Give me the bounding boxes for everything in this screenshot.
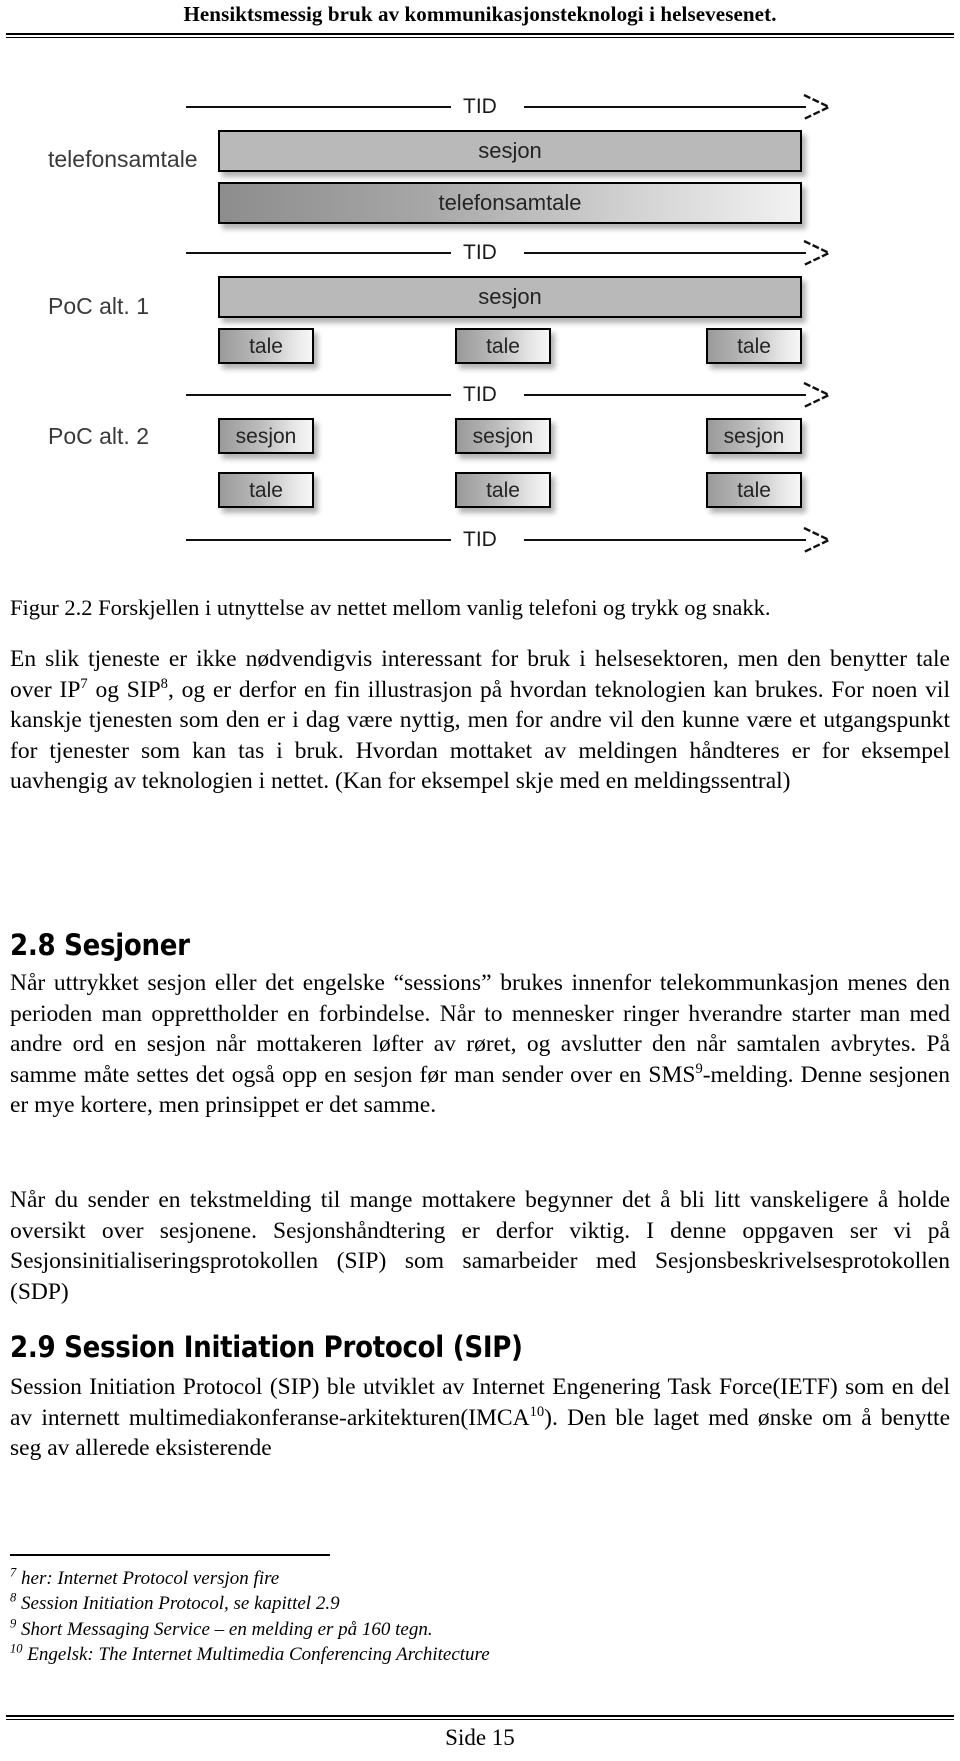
arrowhead-icon-1 [803,93,832,121]
figure-bar-label: sesjon [478,138,542,163]
page-number: Side 15 [445,1725,515,1750]
footnote-list: 7 her: Internet Protocol versjon fire 8 … [10,1566,710,1667]
paragraph-sesjoner: Når uttrykket sesjon eller det engelske … [10,968,950,1121]
figure-box-tale-row3-1: tale [218,472,314,508]
paragraph-intro: En slik tjeneste er ikke nødvendigvis in… [10,644,950,797]
paragraph-tekstmelding-text: Når du sender en tekstmelding til mange … [10,1187,950,1305]
footer-rule-thin [6,1719,954,1720]
figure-box-sesjon-row3-3: sesjon [706,418,802,454]
footnote-item-9: 9 Short Messaging Service – en melding e… [10,1617,710,1642]
figure-bar-label: telefonsamtale [438,190,582,215]
section-heading-2-8: 2.8 Sesjoner [10,928,190,962]
time-axis-4: TID [186,526,832,554]
header-rule-thin [6,37,954,38]
figure-row-label-poc-alt-2: PoC alt. 2 [48,423,149,449]
figure-caption: Figur 2.2 Forskjellen i utnyttelse av ne… [10,595,771,620]
figure-box-sesjon-row3-1: sesjon [218,418,314,454]
figure-box-label: tale [737,334,771,358]
footnote-text-9: Short Messaging Service – en melding er … [16,1618,433,1640]
paragraph-sip: Session Initiation Protocol (SIP) ble ut… [10,1372,950,1464]
figure-box-tale-row2-1: tale [218,328,314,364]
footnote-ref-8[interactable]: 8 [161,676,168,692]
arrowhead-icon-2 [803,239,832,267]
figure-box-label: tale [249,478,283,502]
figure-row-label-poc-alt-1: PoC alt. 1 [48,293,149,319]
figure-box-tale-row2-2: tale [455,328,551,364]
figure-bar-label: sesjon [478,284,542,309]
time-axis-label-4: TID [463,528,497,551]
time-axis-label-2: TID [463,241,497,264]
figure-bar-telefonsamtale-row1: telefonsamtale [218,182,802,224]
footnote-text-7: her: Internet Protocol versjon fire [16,1568,280,1589]
arrowhead-icon-4 [803,526,832,554]
time-axis-label-1: TID [463,95,497,118]
time-axis-3: TID [186,381,832,409]
figure-box-tale-row2-3: tale [706,328,802,364]
figure-row-label-telefonsamtale: telefonsamtale [48,146,198,172]
page-running-footer: Side 15 [0,1703,960,1761]
figure-box-label: sesjon [723,424,785,448]
figure-2-2-diagram: telefonsamtale PoC alt. 1 PoC alt. 2 TID… [0,60,960,590]
time-axis-label-3: TID [463,383,497,406]
figure-box-label: tale [737,478,771,502]
page-running-header: Hensiktsmessig bruk av kommunikasjonstek… [0,0,960,38]
figure-box-tale-row3-2: tale [455,472,551,508]
figure-box-sesjon-row3-2: sesjon [455,418,551,454]
paragraph-tekstmelding: Når du sender en tekstmelding til mange … [10,1185,950,1307]
footnote-marker-10: 10 [10,1641,23,1656]
footnote-text-10: Engelsk: The Internet Multimedia Confere… [22,1643,490,1665]
arrowhead-icon-3 [803,381,832,409]
figure-box-label: sesjon [472,424,534,448]
footnote-ref-7[interactable]: 7 [80,676,87,692]
figure-bar-sesjon-row2: sesjon [218,276,802,318]
header-rule-thick [6,33,954,35]
figure-box-tale-row3-3: tale [706,472,802,508]
section-heading-2-9: 2.9 Session Initiation Protocol (SIP) [10,1330,523,1364]
figure-box-label: tale [486,334,520,358]
figure-bar-sesjon-row1: sesjon [218,130,802,172]
footer-rule-thick [6,1715,954,1717]
figure-box-label: sesjon [235,424,297,448]
footnote-item-8: 8 Session Initiation Protocol, se kapitt… [10,1591,710,1616]
footnote-ref-9[interactable]: 9 [695,1061,702,1077]
figure-box-label: tale [486,478,520,502]
footnote-text-8: Session Initiation Protocol, se kapittel… [16,1593,340,1615]
paragraph-intro-part-b: og SIP [87,676,161,703]
footnote-item-7: 7 her: Internet Protocol versjon fire [10,1566,710,1591]
time-axis-1: TID [186,93,832,121]
running-title: Hensiktsmessig bruk av kommunikasjonstek… [183,2,777,26]
figure-box-label: tale [249,334,283,358]
footnote-separator-rule [10,1554,330,1556]
footnote-ref-10[interactable]: 10 [530,1404,545,1420]
time-axis-2: TID [186,239,832,267]
footnote-item-10: 10 Engelsk: The Internet Multimedia Conf… [10,1642,710,1667]
